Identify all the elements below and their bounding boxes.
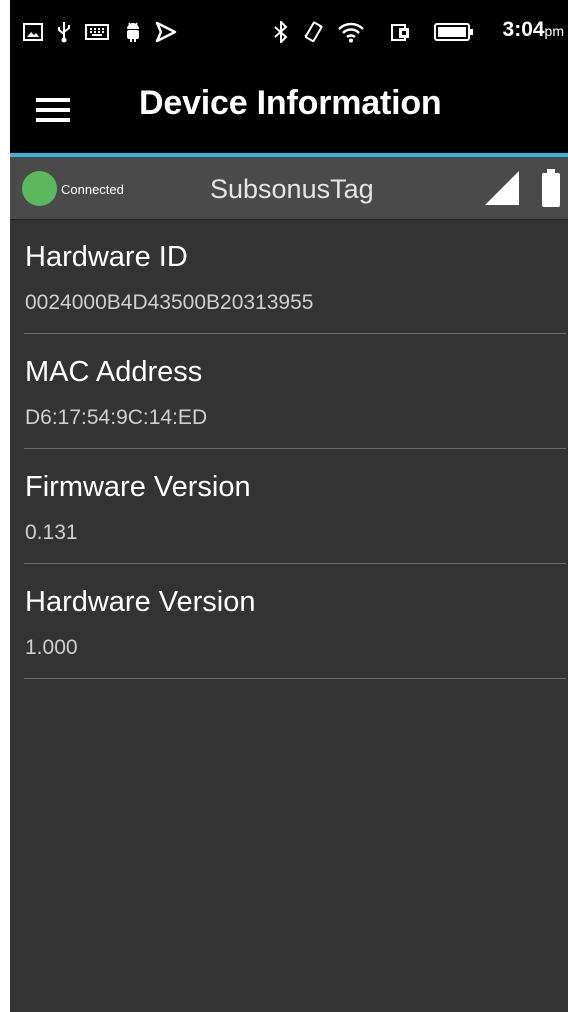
device-battery-icon	[542, 169, 560, 207]
bluetooth-icon	[272, 21, 290, 43]
play-store-icon	[154, 21, 178, 43]
info-item-mac-address: MAC Address D6:17:54:9C:14:ED	[24, 334, 566, 449]
info-value: 0024000B4D43500B20313955	[25, 291, 314, 314]
status-time-value: 3:04	[502, 18, 545, 41]
usb-icon	[54, 22, 74, 43]
connection-status-label: Connected	[61, 182, 124, 197]
device-info-list: Hardware ID 0024000B4D43500B20313955 MAC…	[10, 219, 568, 679]
info-value: 0.131	[25, 521, 78, 544]
android-icon	[122, 22, 144, 42]
info-label: MAC Address	[25, 356, 203, 388]
info-label: Hardware ID	[25, 241, 188, 273]
device-name[interactable]: SubsonusTag	[210, 174, 374, 205]
info-item-hardware-id: Hardware ID 0024000B4D43500B20313955	[24, 219, 566, 334]
nfc-icon	[390, 22, 412, 42]
app-bar: Device Information	[10, 66, 568, 153]
hamburger-menu-icon	[36, 98, 76, 122]
menu-button[interactable]	[36, 90, 76, 130]
info-item-hardware-version: Hardware Version 1.000	[24, 564, 566, 679]
info-label: Hardware Version	[25, 586, 256, 618]
battery-icon	[434, 22, 474, 42]
info-label: Firmware Version	[25, 471, 251, 503]
app-screen: 3:04pm Device Information Connected Subs…	[10, 0, 568, 1012]
info-value: D6:17:54:9C:14:ED	[25, 406, 208, 429]
status-time-ampm: pm	[544, 23, 564, 39]
connection-status-indicator-icon	[22, 171, 57, 206]
connection-bar: Connected SubsonusTag	[10, 157, 568, 220]
signal-strength-icon	[485, 171, 519, 205]
vibrate-icon	[302, 21, 324, 43]
page-title: Device Information	[139, 84, 442, 122]
info-item-firmware-version: Firmware Version 0.131	[24, 449, 566, 564]
status-time: 3:04pm	[503, 18, 564, 42]
info-value: 1.000	[25, 636, 78, 659]
status-bar: 3:04pm	[10, 0, 568, 66]
keyboard-icon	[84, 22, 110, 42]
gallery-icon	[22, 22, 44, 42]
wifi-icon	[336, 22, 366, 43]
